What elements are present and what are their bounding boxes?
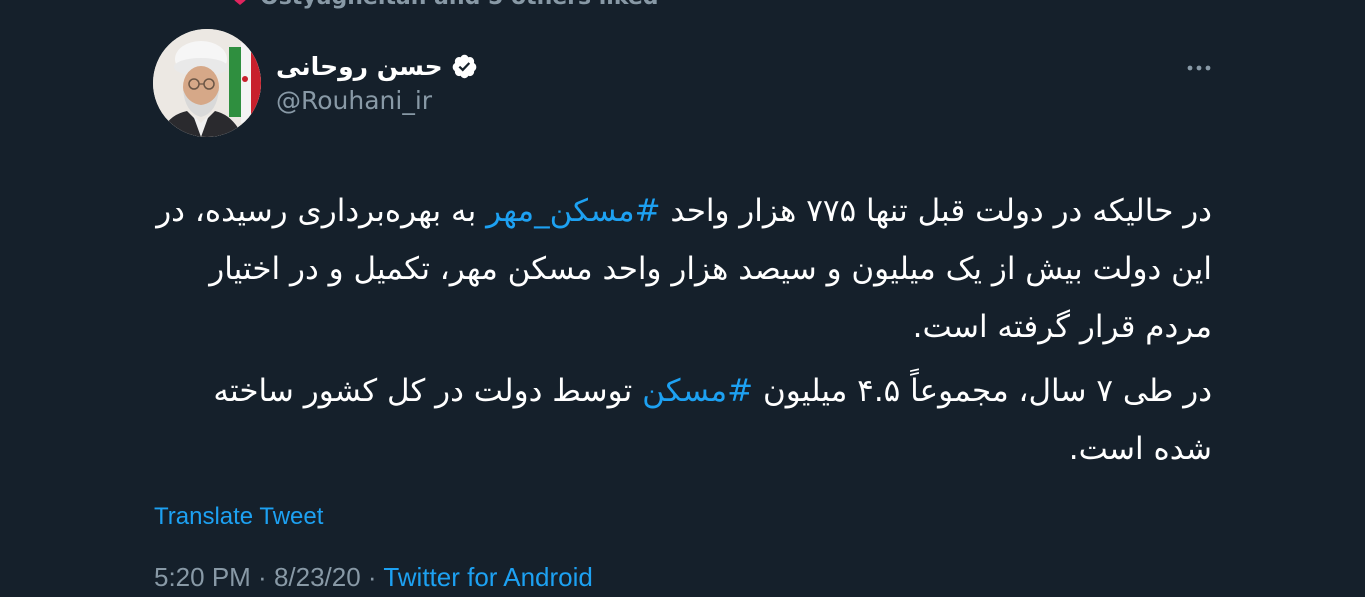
tweet-text-segment: در طی ۷ سال، مجموعاً ۴.۵ میلیون: [753, 373, 1212, 409]
verified-badge-icon: [451, 53, 478, 80]
avatar[interactable]: [153, 29, 261, 137]
tweet-metadata: 5:20 PM · 8/23/20 · Twitter for Android: [154, 562, 593, 593]
hashtag-link[interactable]: #مسکن_مهر: [486, 193, 660, 229]
author-display-name[interactable]: حسن روحانی: [276, 52, 443, 81]
tweet-paragraph-2: در طی ۷ سال، مجموعاً ۴.۵ میلیون #مسکن تو…: [150, 362, 1212, 478]
avatar-image: [153, 29, 261, 137]
tweet-detail-page: Ostyagheitan and 5 others liked: [0, 0, 1365, 597]
hashtag-link[interactable]: #مسکن: [642, 373, 753, 409]
author-block[interactable]: حسن روحانی @Rouhani_ir: [276, 48, 596, 115]
meta-separator: ·: [250, 562, 274, 592]
social-context-text: Ostyagheitan and 5 others liked: [260, 0, 659, 10]
more-options-button[interactable]: [1184, 54, 1214, 78]
social-context[interactable]: Ostyagheitan and 5 others liked: [230, 0, 659, 10]
tweet-text: در حالیکه در دولت قبل تنها ۷۷۵ هزار واحد…: [150, 182, 1212, 478]
tweet-time[interactable]: 5:20 PM: [154, 562, 251, 592]
tweet-text-segment: در حالیکه در دولت قبل تنها ۷۷۵ هزار واحد: [660, 193, 1212, 229]
more-horizontal-icon: [1186, 57, 1212, 76]
tweet-source-link[interactable]: Twitter for Android: [383, 562, 593, 592]
tweet-date[interactable]: 8/23/20: [274, 562, 361, 592]
meta-separator: ·: [360, 562, 384, 592]
translate-tweet-link[interactable]: Translate Tweet: [154, 503, 323, 531]
heart-icon: [230, 0, 250, 7]
author-handle[interactable]: @Rouhani_ir: [276, 86, 596, 115]
tweet-paragraph-1: در حالیکه در دولت قبل تنها ۷۷۵ هزار واحد…: [150, 182, 1212, 356]
